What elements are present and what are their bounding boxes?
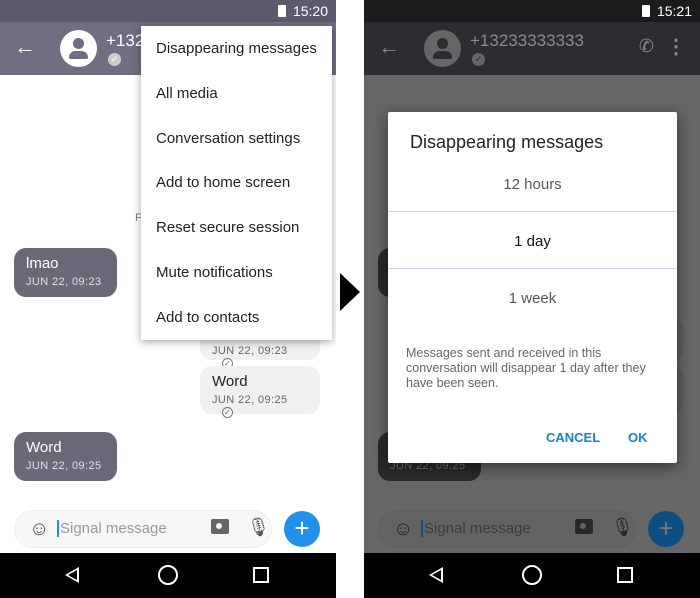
avatar[interactable] xyxy=(60,30,97,67)
camera-icon[interactable] xyxy=(211,519,229,534)
menu-item-add-to-home-screen[interactable]: Add to home screen xyxy=(141,160,332,205)
phone-screen-before: 15:20 ← +13233333333 ✓ FRI, JUN 22 lmao … xyxy=(0,0,336,598)
more-vert-icon[interactable]: ⋮ xyxy=(666,34,686,59)
message-timestamp: JUN 22, 09:25 xyxy=(26,460,102,472)
contact-title[interactable]: +13233333333 xyxy=(470,31,584,51)
nav-home-icon[interactable] xyxy=(522,565,542,585)
mic-icon[interactable]: 🎙 xyxy=(611,517,634,538)
message-text: Word xyxy=(26,439,62,456)
battery-icon xyxy=(278,5,286,17)
menu-item-conversation-settings[interactable]: Conversation settings xyxy=(141,116,332,161)
composer: ☺ 🎙 xyxy=(378,510,636,548)
message-input[interactable] xyxy=(57,520,187,537)
nav-back-icon[interactable] xyxy=(65,567,79,583)
option-1-week[interactable]: 1 week xyxy=(388,290,677,307)
option-1-day[interactable]: 1 day xyxy=(388,233,677,250)
option-12-hours[interactable]: 12 hours xyxy=(388,176,677,193)
phone-screen-after: 15:21 ← +13233333333 ✓ ✆ ⋮ JUN 22, 09:25… xyxy=(364,0,700,598)
plus-icon[interactable]: + xyxy=(648,511,684,547)
message-timestamp: JUN 22, 09:23 xyxy=(26,276,102,288)
message-timestamp: JUN 22, 09:25 xyxy=(212,394,288,406)
conversation-toolbar: ← +13233333333 ✓ ✆ ⋮ xyxy=(364,22,700,75)
picker-divider xyxy=(388,211,677,212)
dialog-description: Messages sent and received in this conve… xyxy=(406,346,646,390)
overflow-menu: Disappearing messages All media Conversa… xyxy=(141,26,332,340)
clock: 15:21 xyxy=(656,3,692,19)
back-arrow-icon[interactable]: ← xyxy=(378,34,400,60)
status-bar: 15:20 xyxy=(0,0,336,22)
message-text: Word xyxy=(212,373,248,390)
message-bubble[interactable]: lmao JUN 22, 09:23 xyxy=(14,248,117,297)
message-bubble[interactable]: Word JUN 22, 09:25 xyxy=(14,432,117,481)
mic-icon[interactable]: 🎙 xyxy=(247,517,270,538)
nav-recents-icon[interactable] xyxy=(617,567,633,583)
back-arrow-icon[interactable]: ← xyxy=(14,34,36,60)
avatar[interactable] xyxy=(424,30,461,67)
menu-item-reset-secure-session[interactable]: Reset secure session xyxy=(141,205,332,250)
nav-recents-icon[interactable] xyxy=(253,567,269,583)
message-input[interactable] xyxy=(421,520,551,537)
dialog-title: Disappearing messages xyxy=(410,132,604,152)
composer: ☺ 🎙 xyxy=(14,510,272,548)
nav-back-icon[interactable] xyxy=(429,567,443,583)
secure-call-icon[interactable]: ✆ xyxy=(639,36,654,57)
verified-icon: ✓ xyxy=(108,53,121,66)
picker-divider xyxy=(388,268,677,269)
message-text: lmao xyxy=(26,255,59,272)
nav-bar xyxy=(364,553,700,598)
disappearing-messages-dialog: Disappearing messages 12 hours 1 day 1 w… xyxy=(388,112,677,463)
emoji-icon[interactable]: ☺ xyxy=(29,518,49,541)
battery-icon xyxy=(642,5,650,17)
message-bubble[interactable]: Word JUN 22, 09:25✓ xyxy=(200,366,320,418)
menu-item-all-media[interactable]: All media xyxy=(141,71,332,116)
check-icon: ✓ xyxy=(222,407,233,418)
clock: 15:20 xyxy=(292,3,328,19)
ok-button[interactable]: OK xyxy=(628,430,648,445)
emoji-icon[interactable]: ☺ xyxy=(393,518,413,541)
nav-home-icon[interactable] xyxy=(158,565,178,585)
transition-arrow-icon xyxy=(340,273,360,311)
status-bar: 15:21 xyxy=(364,0,700,22)
menu-item-add-to-contacts[interactable]: Add to contacts xyxy=(141,295,332,340)
message-timestamp: JUN 22, 09:23 xyxy=(212,345,288,357)
nav-bar xyxy=(0,553,336,598)
verified-icon: ✓ xyxy=(472,53,485,66)
camera-icon[interactable] xyxy=(575,519,593,534)
menu-item-disappearing-messages[interactable]: Disappearing messages xyxy=(141,26,332,71)
menu-item-mute-notifications[interactable]: Mute notifications xyxy=(141,250,332,295)
plus-icon[interactable]: + xyxy=(284,511,320,547)
cancel-button[interactable]: CANCEL xyxy=(546,430,600,445)
